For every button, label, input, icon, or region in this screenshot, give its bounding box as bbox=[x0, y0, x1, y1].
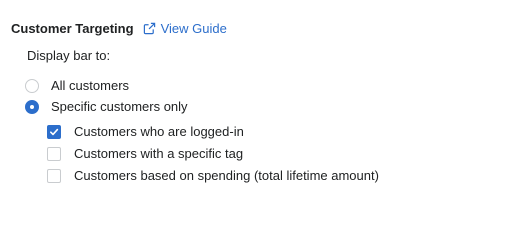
display-bar-label: Display bar to: bbox=[27, 48, 111, 63]
radio-all-customers-label: All customers bbox=[51, 78, 130, 93]
radio-specific-customers-label: Specific customers only bbox=[51, 99, 188, 114]
radio-specific-customers[interactable]: Specific customers only bbox=[25, 99, 188, 114]
view-guide-label: View Guide bbox=[160, 20, 227, 36]
checkbox-checked[interactable] bbox=[47, 124, 61, 139]
radio-button-unselected[interactable] bbox=[25, 78, 39, 93]
checkmark-icon bbox=[50, 128, 59, 135]
checkbox-specific-tag-label: Customers with a specific tag bbox=[74, 146, 244, 161]
checkbox-spending[interactable]: Customers based on spending (total lifet… bbox=[47, 168, 379, 183]
checkbox-specific-tag[interactable]: Customers with a specific tag bbox=[47, 146, 243, 161]
section-title: Customer Targeting bbox=[11, 20, 134, 36]
checkbox-logged-in-label: Customers who are logged-in bbox=[74, 124, 244, 139]
checkbox-spending-label: Customers based on spending (total lifet… bbox=[74, 168, 379, 183]
checkbox-unchecked[interactable] bbox=[47, 168, 61, 183]
customer-targeting-header: Customer Targeting View Guide bbox=[11, 18, 227, 38]
checkbox-unchecked[interactable] bbox=[47, 146, 61, 161]
radio-button-selected[interactable] bbox=[25, 99, 39, 114]
radio-all-customers[interactable]: All customers bbox=[25, 78, 129, 93]
external-link-icon bbox=[143, 22, 155, 34]
view-guide-link[interactable]: View Guide bbox=[143, 21, 227, 36]
checkbox-logged-in[interactable]: Customers who are logged-in bbox=[47, 124, 244, 139]
